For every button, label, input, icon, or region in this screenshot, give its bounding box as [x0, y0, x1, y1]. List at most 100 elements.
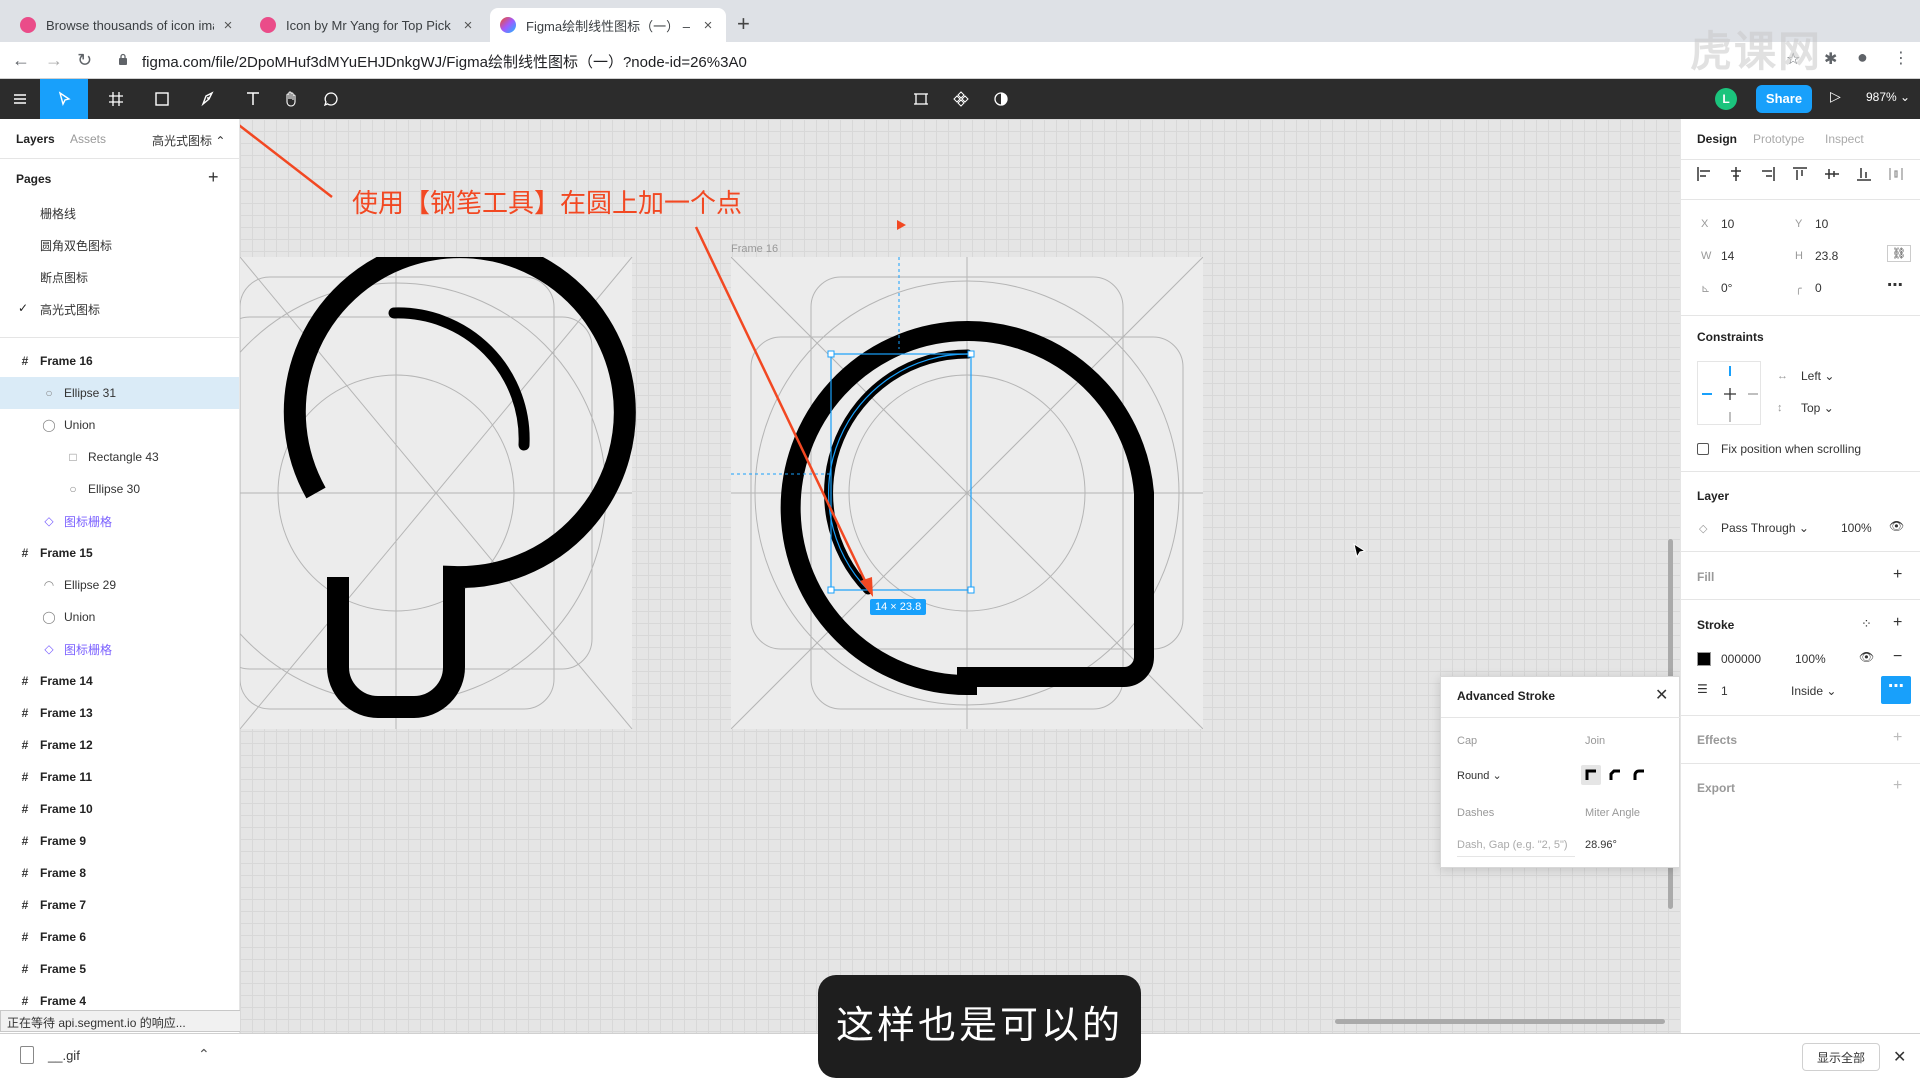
comment-tool-button[interactable]	[316, 79, 346, 119]
eye-icon[interactable]: 👁	[1859, 650, 1874, 664]
page-selector[interactable]: 高光式图标 ⌃	[152, 132, 225, 149]
close-icon[interactable]: ×	[700, 17, 716, 34]
distribute-icon[interactable]	[1887, 165, 1905, 183]
tab-layers[interactable]: Layers	[16, 132, 55, 146]
layer-row[interactable]: # Frame 13	[0, 697, 239, 729]
present-icon[interactable]: ▷	[1830, 88, 1841, 105]
layer-row[interactable]: ◯ Union	[0, 409, 239, 441]
page-item[interactable]: 断点图标	[40, 269, 88, 286]
crop-button[interactable]	[906, 79, 936, 119]
layer-row[interactable]: ◠ Ellipse 29	[0, 569, 239, 601]
close-icon[interactable]: ✕	[1893, 1047, 1906, 1067]
align-left-icon[interactable]	[1695, 165, 1713, 183]
more-options-icon[interactable]: ⋯	[1887, 275, 1903, 295]
page-item[interactable]: 栅格线	[40, 205, 76, 222]
dashes-input[interactable]: Dash, Gap (e.g. "2, 5")	[1457, 835, 1575, 857]
layer-opacity-input[interactable]: 100%	[1841, 521, 1872, 535]
stroke-opacity-input[interactable]: 100%	[1795, 652, 1826, 666]
align-center-h-icon[interactable]	[1727, 165, 1745, 183]
frame-tool-button[interactable]	[96, 79, 136, 119]
join-miter-button[interactable]	[1581, 765, 1601, 785]
align-bottom-icon[interactable]	[1855, 165, 1873, 183]
vertical-constraint-dropdown[interactable]: Top ⌄	[1801, 401, 1834, 415]
mask-button[interactable]	[986, 79, 1016, 119]
layer-row[interactable]: # Frame 15	[0, 537, 239, 569]
frame-15-artwork[interactable]	[240, 257, 640, 729]
avatar[interactable]: L	[1715, 88, 1737, 110]
tab-design[interactable]: Design	[1697, 132, 1737, 146]
align-top-icon[interactable]	[1791, 165, 1809, 183]
layer-row[interactable]: # Frame 14	[0, 665, 239, 697]
horizontal-constraint-dropdown[interactable]: Left ⌄	[1801, 369, 1834, 383]
rotation-input[interactable]: 0°	[1721, 281, 1732, 295]
stroke-align-dropdown[interactable]: Inside ⌄	[1791, 684, 1836, 698]
url-text[interactable]: figma.com/file/2DpoMHuf3dMYuEHJDnkgWJ/Fi…	[142, 51, 747, 72]
forward-icon[interactable]: →	[45, 50, 63, 71]
remove-stroke-icon[interactable]: −	[1893, 648, 1902, 666]
stroke-color-input[interactable]: 000000	[1721, 652, 1761, 666]
layer-row[interactable]: # Frame 12	[0, 729, 239, 761]
lock-icon[interactable]	[118, 53, 128, 65]
constrain-proportions-icon[interactable]: ⛓	[1887, 245, 1911, 262]
prototype-start-icon[interactable]	[895, 219, 907, 231]
page-item[interactable]: 圆角双色图标	[40, 237, 112, 254]
back-icon[interactable]: ←	[12, 50, 30, 71]
layer-row[interactable]: # Frame 10	[0, 793, 239, 825]
add-page-icon[interactable]: +	[208, 167, 219, 188]
layer-row[interactable]: ◇ 图标栅格	[0, 633, 239, 665]
y-input[interactable]: 10	[1815, 217, 1828, 231]
extension-icon[interactable]: ✱	[1824, 49, 1837, 69]
component-button[interactable]	[946, 79, 976, 119]
hand-tool-button[interactable]	[276, 79, 306, 119]
layer-row[interactable]: # Frame 8	[0, 857, 239, 889]
layer-row[interactable]: ○ Ellipse 31	[0, 377, 239, 409]
add-fill-icon[interactable]: +	[1893, 566, 1902, 584]
stroke-style-icon[interactable]: ⁘	[1861, 616, 1872, 632]
join-round-button[interactable]	[1629, 765, 1649, 785]
tab-prototype[interactable]: Prototype	[1753, 132, 1804, 146]
frame-16-artwork[interactable]	[731, 257, 1203, 729]
pen-tool-button[interactable]	[188, 79, 228, 119]
height-input[interactable]: 23.8	[1815, 249, 1838, 263]
download-filename[interactable]: __.gif	[48, 1048, 80, 1063]
profile-icon[interactable]: ●	[1857, 47, 1868, 68]
align-center-v-icon[interactable]	[1823, 165, 1841, 183]
layer-row[interactable]: ◇ 图标栅格	[0, 505, 239, 537]
fix-position-checkbox[interactable]	[1697, 443, 1709, 455]
cap-dropdown[interactable]: Round ⌄	[1457, 769, 1502, 782]
menu-dots-icon[interactable]: ⋮	[1893, 48, 1909, 68]
page-item-current[interactable]: 高光式图标	[40, 301, 100, 318]
shape-tool-button[interactable]	[142, 79, 182, 119]
browser-tab-3[interactable]: Figma绘制线性图标（一） – Fig ×	[490, 8, 726, 42]
tab-inspect[interactable]: Inspect	[1825, 132, 1864, 146]
corner-radius-input[interactable]: 0	[1815, 281, 1822, 295]
add-effect-icon[interactable]: +	[1893, 729, 1902, 747]
layer-row[interactable]: # Frame 16	[0, 345, 239, 377]
zoom-dropdown[interactable]: 987% ⌄	[1866, 90, 1910, 104]
move-tool-button[interactable]	[40, 79, 88, 119]
layer-row[interactable]: ◯ Union	[0, 601, 239, 633]
eye-icon[interactable]: 👁	[1889, 519, 1904, 533]
horizontal-scrollbar[interactable]	[1335, 1019, 1665, 1024]
close-icon[interactable]: ×	[220, 17, 236, 34]
browser-tab-2[interactable]: Icon by Mr Yang for Top Pick S ×	[250, 8, 486, 42]
layer-row[interactable]: ○ Ellipse 30	[0, 473, 239, 505]
close-icon[interactable]: ✕	[1655, 685, 1668, 705]
stroke-weight-input[interactable]: 1	[1721, 684, 1728, 698]
x-input[interactable]: 10	[1721, 217, 1734, 231]
advanced-stroke-button[interactable]: ⋯	[1881, 676, 1911, 704]
layer-row[interactable]: # Frame 7	[0, 889, 239, 921]
layer-row[interactable]: # Frame 6	[0, 921, 239, 953]
frame-label[interactable]: Frame 16	[731, 243, 778, 255]
share-button[interactable]: Share	[1756, 85, 1812, 113]
layer-row[interactable]: # Frame 5	[0, 953, 239, 985]
blend-mode-dropdown[interactable]: Pass Through ⌄	[1721, 521, 1809, 535]
stroke-color-swatch[interactable]	[1697, 652, 1711, 666]
constraints-widget[interactable]	[1697, 361, 1761, 425]
main-menu-button[interactable]	[6, 79, 34, 119]
width-input[interactable]: 14	[1721, 249, 1734, 263]
canvas[interactable]: Frame 16 14 × 23.8 使用【钢笔工具】在圆上加一个点 ?	[240, 119, 1680, 1033]
join-bevel-button[interactable]	[1605, 765, 1625, 785]
add-stroke-icon[interactable]: +	[1893, 614, 1902, 632]
close-icon[interactable]: ×	[460, 17, 476, 34]
